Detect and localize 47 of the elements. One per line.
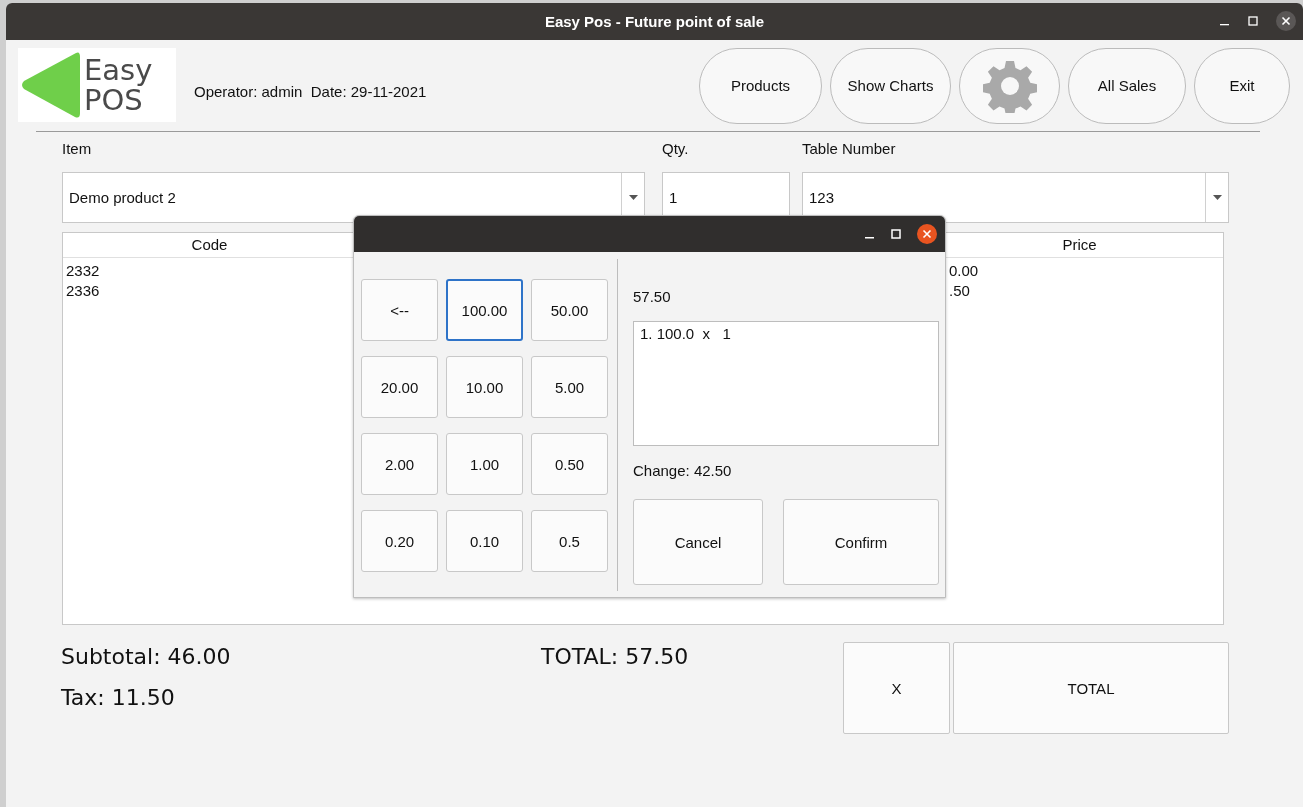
field-label: Qty. — [662, 140, 690, 158]
dropdown-field[interactable]: 123 — [802, 172, 1229, 223]
amount-key[interactable]: 0.20 — [361, 510, 438, 572]
confirm-button[interactable]: Confirm — [783, 499, 939, 585]
table-cell-text: .50 — [949, 281, 971, 301]
tax-text: Tax: 11.50 — [61, 685, 176, 710]
toolbar-button[interactable]: All Sales — [1068, 47, 1186, 124]
logo-text: POS — [84, 85, 143, 115]
field-label: Table Number — [802, 140, 897, 158]
amount-key[interactable]: 5.00 — [531, 356, 608, 418]
amount-key[interactable]: 10.00 — [446, 356, 523, 418]
toolbar-button[interactable]: Exit — [1194, 47, 1290, 124]
window-title: Easy Pos - Future point of sale — [544, 13, 765, 30]
maximize-icon[interactable] — [1248, 16, 1258, 26]
toolbar-button[interactable]: Show Charts — [830, 47, 951, 124]
maximize-icon[interactable] — [891, 229, 901, 239]
table-cell-text: 2332 — [66, 261, 101, 281]
close-icon[interactable] — [917, 224, 937, 244]
subtotal-text: Subtotal: 46.00 — [61, 644, 232, 669]
amount-key[interactable]: 2.00 — [361, 433, 438, 495]
logo-text: Easy — [84, 55, 153, 85]
cancel-button[interactable]: Cancel — [633, 499, 763, 585]
clear-button[interactable]: X — [843, 642, 950, 734]
dropdown-arrow-icon — [628, 195, 638, 200]
amount-key[interactable]: 50.00 — [531, 279, 608, 341]
triangle-icon — [20, 51, 80, 119]
amount-key[interactable]: 100.00 — [446, 279, 523, 341]
table-cell-text: 2336 — [66, 281, 101, 301]
amount-key[interactable]: 1.00 — [446, 433, 523, 495]
payment-list[interactable]: 1. 100.0 x 1 — [633, 321, 939, 446]
gear-icon — [982, 58, 1037, 113]
amount-due: 57.50 — [633, 288, 672, 307]
amount-key[interactable]: 0.50 — [531, 433, 608, 495]
change-label: Change: 42.50 — [633, 462, 733, 479]
amount-key[interactable]: <-- — [361, 279, 438, 341]
total-button[interactable]: TOTAL — [953, 642, 1229, 734]
toolbar-button[interactable]: Products — [699, 47, 822, 124]
total-text: TOTAL: 57.50 — [541, 644, 689, 669]
table-cell-text: 0.00 — [949, 261, 980, 281]
field-label: Item — [62, 140, 93, 158]
dropdown-field[interactable]: Demo product 2 — [62, 172, 645, 223]
close-icon[interactable] — [1276, 11, 1296, 31]
dropdown-arrow-icon — [1212, 195, 1222, 200]
amount-key[interactable]: 20.00 — [361, 356, 438, 418]
amount-key[interactable]: 0.10 — [446, 510, 523, 572]
operator-info: Operator: admin Date: 29-11-2021 — [194, 82, 427, 100]
amount-key[interactable]: 0.5 — [531, 510, 608, 572]
